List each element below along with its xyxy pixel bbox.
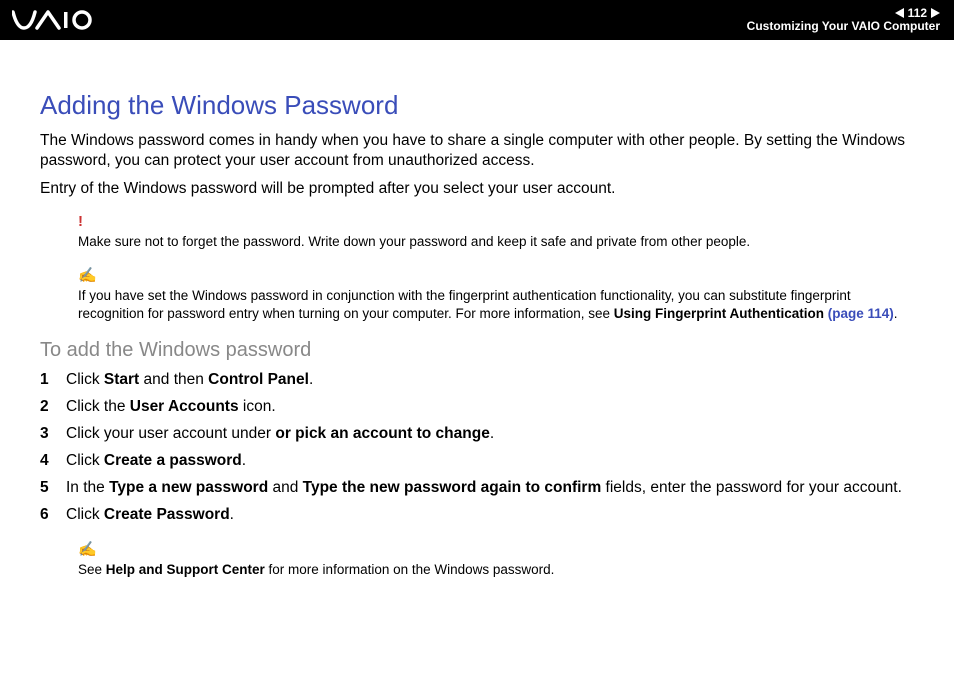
- step-2: Click the User Accounts icon.: [40, 397, 914, 418]
- tip-text-1: If you have set the Windows password in …: [78, 287, 914, 323]
- step-3: Click your user account under or pick an…: [40, 424, 914, 445]
- tip-text-2: See Help and Support Center for more inf…: [78, 561, 914, 579]
- warning-icon: !: [78, 213, 83, 230]
- step-1: Click Start and then Control Panel.: [40, 370, 914, 391]
- page-title: Adding the Windows Password: [40, 90, 914, 121]
- steps-list: Click Start and then Control Panel. Clic…: [40, 370, 914, 526]
- step-6: Click Create Password.: [40, 505, 914, 526]
- tip-note-1: ✍ If you have set the Windows password i…: [40, 266, 914, 323]
- tip2-bold: Help and Support Center: [106, 562, 265, 577]
- next-page-icon[interactable]: [931, 8, 940, 18]
- tip1-suffix: .: [894, 306, 898, 321]
- step-5: In the Type a new password and Type the …: [40, 478, 914, 499]
- page-link-114[interactable]: (page 114): [824, 306, 894, 321]
- vaio-logo: [12, 0, 112, 40]
- pencil-icon: ✍: [78, 541, 97, 558]
- tip2-suffix: for more information on the Windows pass…: [265, 562, 555, 577]
- page-header: 112 Customizing Your VAIO Computer: [0, 0, 954, 40]
- tip1-bold: Using Fingerprint Authentication: [614, 306, 824, 321]
- page-content: Adding the Windows Password The Windows …: [0, 40, 954, 609]
- header-right: 112 Customizing Your VAIO Computer: [747, 7, 940, 33]
- tip-note-2: ✍ See Help and Support Center for more i…: [40, 540, 914, 579]
- procedure-subtitle: To add the Windows password: [40, 339, 914, 362]
- prev-page-icon[interactable]: [895, 8, 904, 18]
- warning-note: ! Make sure not to forget the password. …: [40, 213, 914, 251]
- intro-para-2: Entry of the Windows password will be pr…: [40, 179, 914, 199]
- tip2-prefix: See: [78, 562, 106, 577]
- intro-para-1: The Windows password comes in handy when…: [40, 131, 914, 171]
- breadcrumb: Customizing Your VAIO Computer: [747, 20, 940, 33]
- pencil-icon: ✍: [78, 267, 97, 284]
- step-4: Click Create a password.: [40, 451, 914, 472]
- warning-text: Make sure not to forget the password. Wr…: [78, 233, 914, 251]
